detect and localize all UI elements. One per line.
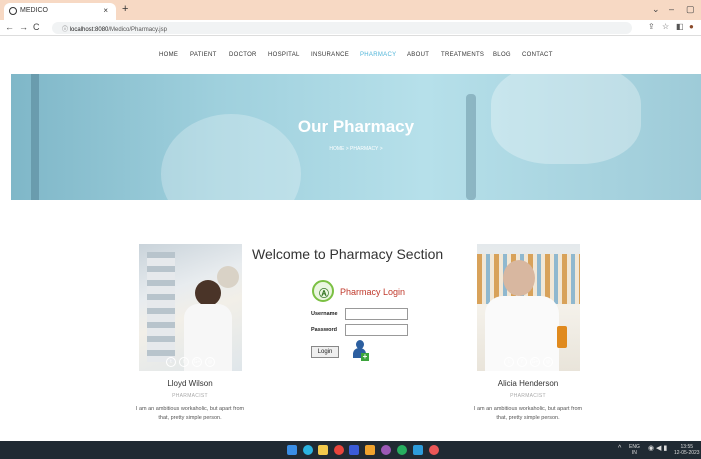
- twitter-icon[interactable]: t: [166, 357, 176, 367]
- plus-icon: +: [361, 352, 369, 361]
- login-title: Pharmacy Login: [340, 287, 406, 297]
- pharmacist-description: I am an ambitious workaholic, but apart …: [135, 406, 245, 421]
- pharmacy-logo-icon: Ⓐ: [312, 280, 334, 302]
- address-bar-row: ← → C ⓘ localhost:8080/Medico/Pharmacy.j…: [0, 20, 701, 36]
- pharmacist-photo: t f G+ ◎: [477, 244, 580, 371]
- welcome-heading: Welcome to Pharmacy Section: [252, 246, 444, 262]
- bookmark-star-icon[interactable]: ☆: [662, 22, 669, 31]
- minimize-icon[interactable]: –: [669, 4, 674, 14]
- nav-treatments[interactable]: TREATMENTS: [441, 52, 484, 58]
- nav-insurance[interactable]: INSURANCE: [311, 52, 349, 58]
- social-links: t f G+ ◎: [477, 357, 580, 367]
- start-windows-icon[interactable]: [287, 445, 297, 455]
- search-taskbar-icon[interactable]: [303, 445, 313, 455]
- app-icon[interactable]: [397, 445, 407, 455]
- username-input[interactable]: [345, 308, 408, 320]
- new-tab-button[interactable]: +: [122, 3, 128, 15]
- app-icon[interactable]: [365, 445, 375, 455]
- url-input[interactable]: ⓘ localhost:8080/Medico/Pharmacy.jsp: [52, 22, 632, 34]
- facebook-icon[interactable]: f: [179, 357, 189, 367]
- shelf-decoration: [147, 252, 175, 362]
- clock[interactable]: 13:55 12-05-2023: [674, 444, 700, 456]
- profile-avatar-icon[interactable]: ●: [689, 22, 694, 31]
- url-path: /Medico/Pharmacy.jsp: [108, 27, 167, 33]
- pharmacist-name: Lloyd Wilson: [167, 379, 213, 388]
- login-button[interactable]: Login: [311, 346, 339, 358]
- person-head-decoration: [195, 280, 221, 306]
- wifi-volume-battery-icon[interactable]: ◉ ◀ ▮: [648, 445, 667, 452]
- google-plus-icon[interactable]: G+: [530, 357, 540, 367]
- instagram-icon[interactable]: ◎: [205, 357, 215, 367]
- back-icon[interactable]: ←: [5, 22, 14, 32]
- instagram-icon[interactable]: ◎: [543, 357, 553, 367]
- maximize-icon[interactable]: ▢: [686, 4, 695, 15]
- nav-pharmacy[interactable]: PHARMACY: [360, 52, 396, 58]
- google-plus-icon[interactable]: G+: [192, 357, 202, 367]
- app-icon[interactable]: [349, 445, 359, 455]
- nav-home[interactable]: HOME: [159, 52, 178, 58]
- person-head-decoration: [217, 266, 239, 288]
- password-input[interactable]: [345, 324, 408, 336]
- username-label: Username: [311, 311, 338, 317]
- chrome-icon[interactable]: [334, 445, 344, 455]
- pill-bottle-decoration: [557, 326, 567, 348]
- page-title: Our Pharmacy: [297, 117, 415, 136]
- nav-doctor[interactable]: DOCTOR: [229, 52, 257, 58]
- breadcrumb: HOME > PHARMACY >: [329, 146, 383, 152]
- nav-hospital[interactable]: HOSPITAL: [268, 52, 300, 58]
- site-navbar: HOME PATIENT DOCTOR HOSPITAL INSURANCE P…: [0, 36, 701, 74]
- forward-icon[interactable]: →: [19, 22, 28, 32]
- nav-contact[interactable]: CONTACT: [522, 52, 553, 58]
- app-icon[interactable]: [413, 445, 423, 455]
- pharmacist-photo: t f G+ ◎: [139, 244, 242, 371]
- facebook-icon[interactable]: f: [517, 357, 527, 367]
- site-favicon-icon: [9, 7, 17, 15]
- pharmacist-role: PHARMACIST: [172, 393, 208, 399]
- pharmacist-name: Alicia Henderson: [497, 379, 559, 388]
- person-head-decoration: [503, 260, 535, 296]
- url-host: localhost:8080: [69, 27, 109, 33]
- language-indicator[interactable]: ENG IN: [629, 444, 640, 456]
- hero-banner: Our Pharmacy HOME > PHARMACY >: [11, 74, 701, 200]
- tab-close-icon[interactable]: ×: [103, 6, 108, 15]
- nav-about[interactable]: ABOUT: [407, 52, 429, 58]
- add-user-icon: +: [353, 340, 369, 362]
- app-icon[interactable]: [429, 445, 439, 455]
- date-text: 12-05-2023: [674, 450, 700, 456]
- pharmacist-role: PHARMACIST: [510, 393, 546, 399]
- nav-patient[interactable]: PATIENT: [190, 52, 217, 58]
- nav-blog[interactable]: BLOG: [493, 52, 511, 58]
- tab-search-icon[interactable]: ⌄: [652, 4, 660, 15]
- twitter-icon[interactable]: t: [504, 357, 514, 367]
- share-icon[interactable]: ⇪: [648, 22, 655, 31]
- file-explorer-icon[interactable]: [318, 445, 328, 455]
- region-text: IN: [631, 450, 637, 456]
- sidepanel-icon[interactable]: ◧: [676, 22, 684, 31]
- tray-chevron-icon[interactable]: ^: [618, 445, 621, 452]
- browser-tab[interactable]: MEDICO ×: [4, 3, 116, 20]
- password-label: Password: [311, 327, 337, 333]
- browser-tab-strip: MEDICO × + ⌄ – ▢: [0, 0, 701, 20]
- hero-decoration: [31, 74, 39, 200]
- reload-icon[interactable]: C: [33, 22, 40, 32]
- pharmacist-description: I am an ambitious workaholic, but apart …: [473, 406, 583, 421]
- social-links: t f G+ ◎: [139, 357, 242, 367]
- tab-title: MEDICO: [20, 7, 48, 14]
- os-taskbar: ^ ENG IN ◉ ◀ ▮ 13:55 12-05-2023: [0, 441, 701, 459]
- app-icon[interactable]: [381, 445, 391, 455]
